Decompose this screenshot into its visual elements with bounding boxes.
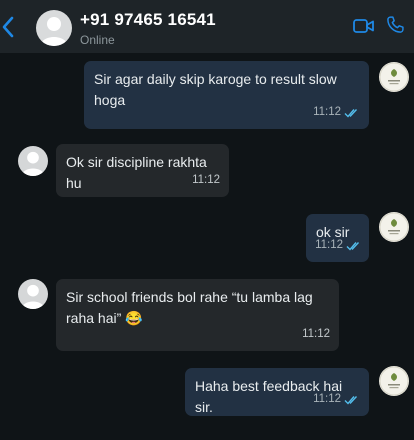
message-time: 11:12 (302, 328, 330, 340)
default-avatar-icon (21, 284, 45, 309)
message-outgoing[interactable]: ok sir 11:12 (306, 214, 369, 262)
message-outgoing[interactable]: Sir agar daily skip karoge to result slo… (84, 61, 369, 129)
message-meta: 11:12 (192, 170, 220, 191)
my-avatar[interactable] (379, 366, 409, 396)
logo-icon (379, 62, 409, 92)
phone-icon[interactable] (385, 15, 405, 35)
contact-name[interactable]: +91 97465 16541 (80, 10, 216, 30)
logo-icon (379, 366, 409, 396)
my-avatar[interactable] (379, 62, 409, 92)
video-call-icon[interactable] (353, 17, 375, 35)
default-avatar-icon (40, 17, 68, 46)
message-time: 11:12 (313, 106, 341, 118)
contact-avatar-small[interactable] (18, 146, 48, 176)
default-avatar-icon (21, 151, 45, 176)
chat-header: +91 97465 16541 Online (0, 0, 414, 53)
double-check-icon (344, 395, 358, 405)
contact-avatar[interactable] (36, 10, 72, 46)
message-time: 11:12 (313, 393, 341, 405)
message-meta: 11:12 (302, 324, 330, 345)
message-meta: 11:12 (313, 102, 360, 123)
contact-avatar-small[interactable] (18, 279, 48, 309)
message-incoming[interactable]: Sir school friends bol rahe “tu lamba la… (56, 279, 339, 351)
contact-status: Online (80, 33, 115, 47)
logo-icon (379, 212, 409, 242)
message-meta: 11:12 (315, 235, 362, 256)
message-meta: 11:12 (313, 389, 360, 410)
message-text: Sir school friends bol rahe “tu lamba la… (66, 289, 313, 326)
my-avatar[interactable] (379, 212, 409, 242)
message-incoming[interactable]: Ok sir discipline rakhta hu 11:12 (56, 144, 229, 197)
double-check-icon (344, 108, 358, 118)
message-time: 11:12 (315, 239, 343, 251)
double-check-icon (346, 241, 360, 251)
message-time: 11:12 (192, 174, 220, 186)
message-outgoing[interactable]: Haha best feedback hai sir. 11:12 (185, 368, 369, 416)
chevron-left-icon[interactable] (0, 14, 18, 40)
